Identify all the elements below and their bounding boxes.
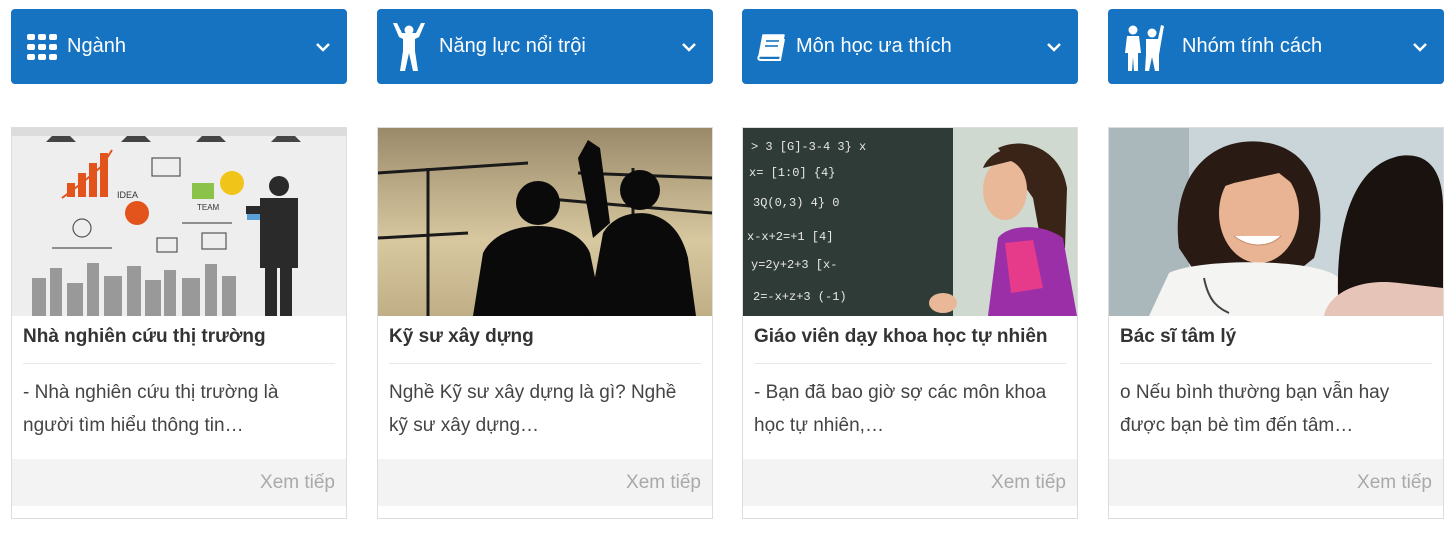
card-description: o Nếu bình thường bạn vẫn hay được bạn b… — [1120, 382, 1390, 436]
filter-nang-luc[interactable]: Năng lực nổi trội — [377, 9, 713, 84]
construction-silhouette-image[interactable] — [378, 128, 712, 316]
filter-mon-hoc[interactable]: Môn học ưa thích — [742, 9, 1078, 84]
filter-label: Nhóm tính cách — [1182, 35, 1323, 57]
chevron-down-icon — [1410, 37, 1430, 57]
filter-nhom-tinh-cach[interactable]: Nhóm tính cách — [1108, 9, 1444, 84]
career-card[interactable]: Bác sĩ tâm lý o Nếu bình thường bạn vẫn … — [1108, 127, 1444, 519]
divider — [23, 363, 335, 364]
svg-text:2=-x+z+3 (-1): 2=-x+z+3 (-1) — [753, 290, 847, 304]
doctor-patient-image[interactable] — [1109, 128, 1443, 316]
svg-text:y=2y+2+3 [x-: y=2y+2+3 [x- — [751, 258, 837, 272]
businessman-whiteboard-image[interactable]: IDEA TEAM — [12, 128, 346, 316]
filter-label: Ngành — [67, 35, 126, 57]
chevron-down-icon — [679, 37, 699, 57]
card-title[interactable]: Bác sĩ tâm lý — [1120, 326, 1432, 348]
card-description: - Bạn đã bao giờ sợ các môn khoa học tự … — [754, 382, 1047, 436]
filter-label: Môn học ưa thích — [796, 35, 952, 57]
card-title[interactable]: Giáo viên dạy khoa học tự nhiên — [754, 326, 1066, 348]
divider — [754, 363, 1066, 364]
card-description: - Nhà nghiên cứu thị trường là người tìm… — [23, 382, 279, 436]
chevron-down-icon — [313, 37, 333, 57]
teacher-chalkboard-image[interactable]: > 3 [G]-3-4 3} x x= [1:0] {4} 3Q(0,3) 4}… — [743, 128, 1077, 316]
strongman-icon — [389, 21, 429, 73]
grid-icon — [23, 21, 63, 73]
svg-text:x= [1:0] {4}: x= [1:0] {4} — [749, 166, 835, 180]
card-title[interactable]: Nhà nghiên cứu thị trường — [23, 326, 335, 348]
svg-text:TEAM: TEAM — [197, 203, 220, 212]
svg-text:x-x+2=+1 [4]: x-x+2=+1 [4] — [747, 230, 833, 244]
people-icon — [1120, 21, 1166, 73]
svg-text:> 3 [G]-3-4 3} x: > 3 [G]-3-4 3} x — [751, 140, 866, 154]
read-more-link[interactable]: Xem tiếp — [743, 459, 1077, 506]
career-card[interactable]: IDEA TEAM Nhà nghiên cứu thị trường - Nh… — [11, 127, 347, 519]
chevron-down-icon — [1044, 37, 1064, 57]
book-icon — [752, 21, 792, 73]
divider — [1120, 363, 1432, 364]
read-more-link[interactable]: Xem tiếp — [378, 459, 712, 506]
read-more-link[interactable]: Xem tiếp — [12, 459, 346, 506]
career-card[interactable]: > 3 [G]-3-4 3} x x= [1:0] {4} 3Q(0,3) 4}… — [742, 127, 1078, 519]
divider — [389, 363, 701, 364]
filter-nganh[interactable]: Ngành — [11, 9, 347, 84]
card-description: Nghề Kỹ sư xây dựng là gì? Nghề kỹ sư xâ… — [389, 382, 677, 436]
filter-label: Năng lực nổi trội — [439, 35, 586, 57]
svg-text:IDEA: IDEA — [117, 190, 138, 200]
career-card[interactable]: Kỹ sư xây dựng Nghề Kỹ sư xây dựng là gì… — [377, 127, 713, 519]
read-more-link[interactable]: Xem tiếp — [1109, 459, 1443, 506]
svg-text:3Q(0,3) 4} 0: 3Q(0,3) 4} 0 — [753, 196, 839, 210]
card-title[interactable]: Kỹ sư xây dựng — [389, 326, 701, 348]
